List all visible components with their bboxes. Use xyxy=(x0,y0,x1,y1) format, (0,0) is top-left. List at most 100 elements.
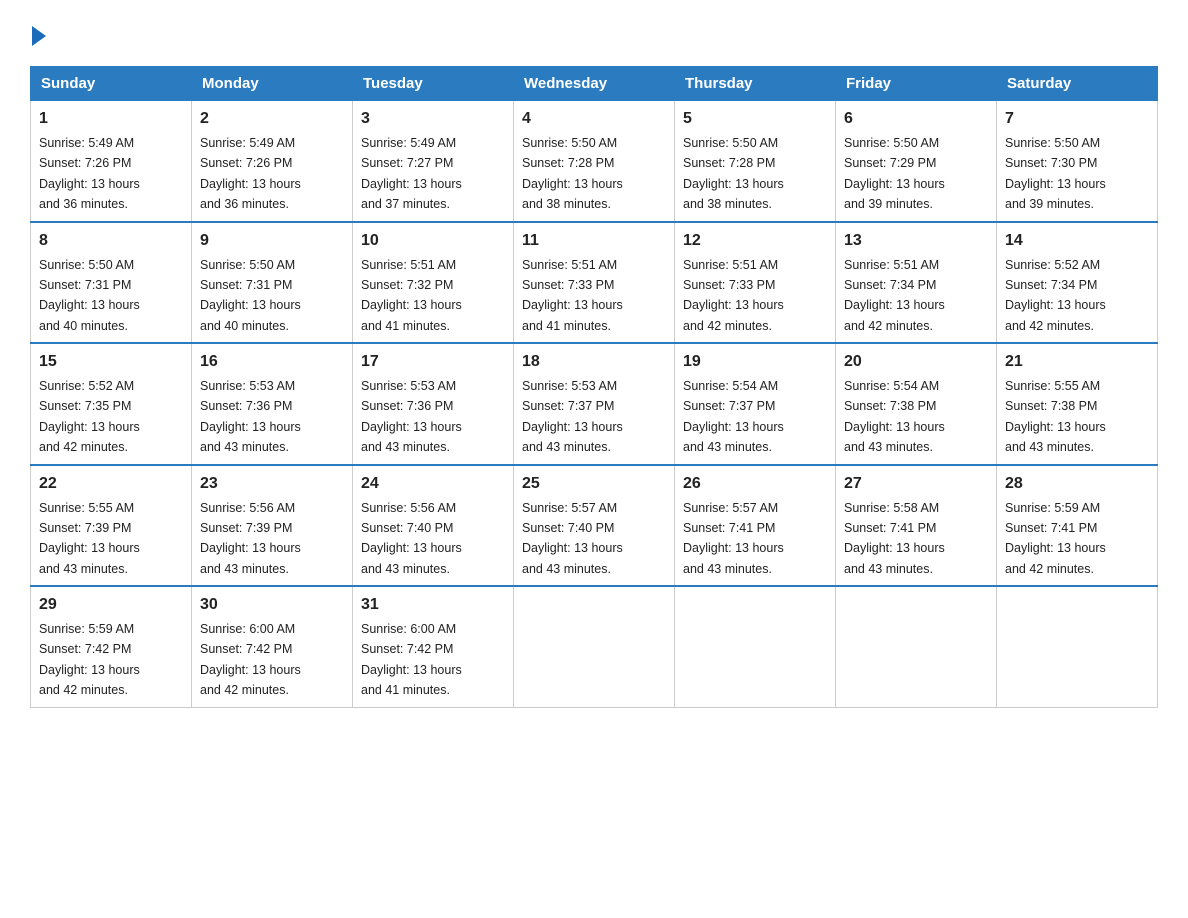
day-info: Sunrise: 5:53 AMSunset: 7:36 PMDaylight:… xyxy=(200,379,301,454)
table-row: 28 Sunrise: 5:59 AMSunset: 7:41 PMDaylig… xyxy=(997,465,1158,587)
day-info: Sunrise: 5:56 AMSunset: 7:40 PMDaylight:… xyxy=(361,501,462,576)
day-number: 6 xyxy=(844,107,988,131)
day-number: 26 xyxy=(683,472,827,496)
day-number: 17 xyxy=(361,350,505,374)
table-row: 3 Sunrise: 5:49 AMSunset: 7:27 PMDayligh… xyxy=(353,101,514,222)
calendar-week-row: 22 Sunrise: 5:55 AMSunset: 7:39 PMDaylig… xyxy=(31,465,1158,587)
header-sunday: Sunday xyxy=(31,67,192,101)
day-number: 20 xyxy=(844,350,988,374)
table-row: 17 Sunrise: 5:53 AMSunset: 7:36 PMDaylig… xyxy=(353,343,514,465)
table-row: 29 Sunrise: 5:59 AMSunset: 7:42 PMDaylig… xyxy=(31,586,192,707)
day-number: 29 xyxy=(39,593,183,617)
day-number: 25 xyxy=(522,472,666,496)
table-row: 1 Sunrise: 5:49 AMSunset: 7:26 PMDayligh… xyxy=(31,101,192,222)
day-info: Sunrise: 5:49 AMSunset: 7:27 PMDaylight:… xyxy=(361,136,462,211)
day-number: 18 xyxy=(522,350,666,374)
day-number: 27 xyxy=(844,472,988,496)
page-header xyxy=(30,20,1158,46)
table-row: 6 Sunrise: 5:50 AMSunset: 7:29 PMDayligh… xyxy=(836,101,997,222)
day-info: Sunrise: 5:50 AMSunset: 7:31 PMDaylight:… xyxy=(39,258,140,333)
table-row: 10 Sunrise: 5:51 AMSunset: 7:32 PMDaylig… xyxy=(353,222,514,344)
day-number: 31 xyxy=(361,593,505,617)
table-row xyxy=(836,586,997,707)
table-row: 27 Sunrise: 5:58 AMSunset: 7:41 PMDaylig… xyxy=(836,465,997,587)
day-info: Sunrise: 5:52 AMSunset: 7:34 PMDaylight:… xyxy=(1005,258,1106,333)
day-number: 9 xyxy=(200,229,344,253)
day-info: Sunrise: 5:53 AMSunset: 7:37 PMDaylight:… xyxy=(522,379,623,454)
table-row: 21 Sunrise: 5:55 AMSunset: 7:38 PMDaylig… xyxy=(997,343,1158,465)
table-row: 9 Sunrise: 5:50 AMSunset: 7:31 PMDayligh… xyxy=(192,222,353,344)
table-row: 16 Sunrise: 5:53 AMSunset: 7:36 PMDaylig… xyxy=(192,343,353,465)
table-row: 4 Sunrise: 5:50 AMSunset: 7:28 PMDayligh… xyxy=(514,101,675,222)
day-info: Sunrise: 5:49 AMSunset: 7:26 PMDaylight:… xyxy=(200,136,301,211)
header-friday: Friday xyxy=(836,67,997,101)
day-number: 23 xyxy=(200,472,344,496)
calendar-week-row: 15 Sunrise: 5:52 AMSunset: 7:35 PMDaylig… xyxy=(31,343,1158,465)
day-info: Sunrise: 5:57 AMSunset: 7:41 PMDaylight:… xyxy=(683,501,784,576)
day-number: 1 xyxy=(39,107,183,131)
calendar-table: Sunday Monday Tuesday Wednesday Thursday… xyxy=(30,66,1158,708)
day-info: Sunrise: 5:53 AMSunset: 7:36 PMDaylight:… xyxy=(361,379,462,454)
day-number: 15 xyxy=(39,350,183,374)
day-info: Sunrise: 5:55 AMSunset: 7:39 PMDaylight:… xyxy=(39,501,140,576)
day-number: 28 xyxy=(1005,472,1149,496)
day-info: Sunrise: 5:56 AMSunset: 7:39 PMDaylight:… xyxy=(200,501,301,576)
calendar-week-row: 29 Sunrise: 5:59 AMSunset: 7:42 PMDaylig… xyxy=(31,586,1158,707)
day-info: Sunrise: 5:50 AMSunset: 7:31 PMDaylight:… xyxy=(200,258,301,333)
day-number: 10 xyxy=(361,229,505,253)
table-row: 2 Sunrise: 5:49 AMSunset: 7:26 PMDayligh… xyxy=(192,101,353,222)
table-row xyxy=(514,586,675,707)
day-info: Sunrise: 5:49 AMSunset: 7:26 PMDaylight:… xyxy=(39,136,140,211)
day-info: Sunrise: 5:50 AMSunset: 7:28 PMDaylight:… xyxy=(522,136,623,211)
table-row: 22 Sunrise: 5:55 AMSunset: 7:39 PMDaylig… xyxy=(31,465,192,587)
day-number: 16 xyxy=(200,350,344,374)
table-row: 20 Sunrise: 5:54 AMSunset: 7:38 PMDaylig… xyxy=(836,343,997,465)
day-number: 2 xyxy=(200,107,344,131)
table-row: 15 Sunrise: 5:52 AMSunset: 7:35 PMDaylig… xyxy=(31,343,192,465)
day-info: Sunrise: 5:58 AMSunset: 7:41 PMDaylight:… xyxy=(844,501,945,576)
day-info: Sunrise: 5:51 AMSunset: 7:32 PMDaylight:… xyxy=(361,258,462,333)
table-row: 18 Sunrise: 5:53 AMSunset: 7:37 PMDaylig… xyxy=(514,343,675,465)
day-info: Sunrise: 5:50 AMSunset: 7:28 PMDaylight:… xyxy=(683,136,784,211)
day-info: Sunrise: 5:59 AMSunset: 7:42 PMDaylight:… xyxy=(39,622,140,697)
table-row: 7 Sunrise: 5:50 AMSunset: 7:30 PMDayligh… xyxy=(997,101,1158,222)
day-number: 24 xyxy=(361,472,505,496)
day-number: 14 xyxy=(1005,229,1149,253)
table-row: 11 Sunrise: 5:51 AMSunset: 7:33 PMDaylig… xyxy=(514,222,675,344)
calendar-header-row: Sunday Monday Tuesday Wednesday Thursday… xyxy=(31,67,1158,101)
table-row: 24 Sunrise: 5:56 AMSunset: 7:40 PMDaylig… xyxy=(353,465,514,587)
day-info: Sunrise: 5:55 AMSunset: 7:38 PMDaylight:… xyxy=(1005,379,1106,454)
day-number: 4 xyxy=(522,107,666,131)
table-row: 19 Sunrise: 5:54 AMSunset: 7:37 PMDaylig… xyxy=(675,343,836,465)
table-row: 23 Sunrise: 5:56 AMSunset: 7:39 PMDaylig… xyxy=(192,465,353,587)
day-number: 8 xyxy=(39,229,183,253)
day-info: Sunrise: 5:57 AMSunset: 7:40 PMDaylight:… xyxy=(522,501,623,576)
table-row xyxy=(997,586,1158,707)
calendar-week-row: 8 Sunrise: 5:50 AMSunset: 7:31 PMDayligh… xyxy=(31,222,1158,344)
day-number: 30 xyxy=(200,593,344,617)
day-info: Sunrise: 5:54 AMSunset: 7:37 PMDaylight:… xyxy=(683,379,784,454)
header-tuesday: Tuesday xyxy=(353,67,514,101)
day-info: Sunrise: 6:00 AMSunset: 7:42 PMDaylight:… xyxy=(200,622,301,697)
day-number: 21 xyxy=(1005,350,1149,374)
header-thursday: Thursday xyxy=(675,67,836,101)
table-row: 13 Sunrise: 5:51 AMSunset: 7:34 PMDaylig… xyxy=(836,222,997,344)
logo-arrow-icon xyxy=(32,26,46,46)
day-number: 13 xyxy=(844,229,988,253)
table-row: 31 Sunrise: 6:00 AMSunset: 7:42 PMDaylig… xyxy=(353,586,514,707)
table-row: 26 Sunrise: 5:57 AMSunset: 7:41 PMDaylig… xyxy=(675,465,836,587)
day-info: Sunrise: 5:51 AMSunset: 7:33 PMDaylight:… xyxy=(683,258,784,333)
table-row: 8 Sunrise: 5:50 AMSunset: 7:31 PMDayligh… xyxy=(31,222,192,344)
day-info: Sunrise: 6:00 AMSunset: 7:42 PMDaylight:… xyxy=(361,622,462,697)
day-info: Sunrise: 5:51 AMSunset: 7:34 PMDaylight:… xyxy=(844,258,945,333)
table-row: 30 Sunrise: 6:00 AMSunset: 7:42 PMDaylig… xyxy=(192,586,353,707)
header-monday: Monday xyxy=(192,67,353,101)
table-row: 12 Sunrise: 5:51 AMSunset: 7:33 PMDaylig… xyxy=(675,222,836,344)
day-number: 22 xyxy=(39,472,183,496)
calendar-week-row: 1 Sunrise: 5:49 AMSunset: 7:26 PMDayligh… xyxy=(31,101,1158,222)
day-info: Sunrise: 5:50 AMSunset: 7:29 PMDaylight:… xyxy=(844,136,945,211)
day-info: Sunrise: 5:52 AMSunset: 7:35 PMDaylight:… xyxy=(39,379,140,454)
table-row: 25 Sunrise: 5:57 AMSunset: 7:40 PMDaylig… xyxy=(514,465,675,587)
day-number: 5 xyxy=(683,107,827,131)
table-row: 5 Sunrise: 5:50 AMSunset: 7:28 PMDayligh… xyxy=(675,101,836,222)
